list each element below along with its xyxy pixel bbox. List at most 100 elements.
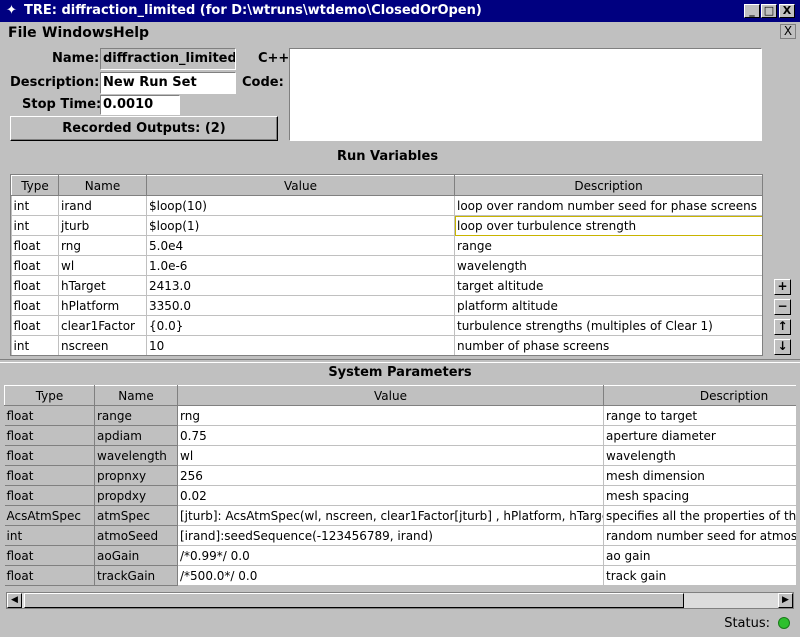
cell-name: apdiam xyxy=(94,425,178,446)
cell-description[interactable]: platform altitude xyxy=(454,295,762,316)
cell-name[interactable]: rng xyxy=(58,235,147,256)
cell-name[interactable]: irand xyxy=(58,195,147,216)
scroll-thumb[interactable] xyxy=(24,593,684,608)
cell-value[interactable]: $loop(10) xyxy=(146,195,455,216)
cell-name[interactable]: hTarget xyxy=(58,275,147,296)
cell-description[interactable]: range xyxy=(454,235,762,256)
add-row-button[interactable]: + xyxy=(774,279,791,295)
table-row[interactable]: float trackGain/*500.0*/ 0.0 track gain xyxy=(4,565,796,586)
cell-type[interactable]: int xyxy=(11,335,59,355)
table-row[interactable]: float propdxy 0.02 mesh spacing xyxy=(4,485,796,506)
table-row[interactable]: AcsAtmSpec atmSpec [jturb]: AcsAtmSpec(wl,… xyxy=(4,505,796,526)
split-divider[interactable] xyxy=(0,359,800,363)
close-window-button[interactable]: X xyxy=(779,4,795,18)
cell-description-selected[interactable]: loop over turbulence strength xyxy=(454,215,762,236)
cell-name[interactable]: hPlatform xyxy=(58,295,147,316)
cell-value[interactable]: 3350.0 xyxy=(146,295,455,316)
table-row[interactable]: float hPlatform 3350.0 platform altitude xyxy=(11,295,762,316)
cell-value[interactable]: wl xyxy=(177,445,604,466)
menu-file[interactable]: File xyxy=(8,25,37,41)
table-row[interactable]: int nscreen 10 number of phase screens xyxy=(11,335,762,355)
menu-help[interactable]: Help xyxy=(113,25,149,41)
cell-value[interactable]: 2413.0 xyxy=(146,275,455,296)
table-row[interactable]: float rng 5.0e4 range xyxy=(11,235,762,256)
cell-description[interactable]: target altitude xyxy=(454,275,762,296)
cell-type[interactable]: float xyxy=(11,315,59,336)
cell-description[interactable]: aperture diameter xyxy=(603,425,796,446)
cell-name[interactable]: nscreen xyxy=(58,335,147,355)
cell-description[interactable]: range to target xyxy=(603,405,796,426)
cell-value[interactable]: /*0.99*/ 0.0 xyxy=(177,545,604,566)
move-up-button[interactable]: ↑ xyxy=(774,319,791,335)
cell-description[interactable]: random number seed for atmosph xyxy=(603,525,796,546)
cell-name: propnxy xyxy=(94,465,178,486)
table-row[interactable]: float wl 1.0e-6 wavelength xyxy=(11,255,762,276)
move-down-button[interactable]: ↓ xyxy=(774,339,791,355)
maximize-button[interactable]: □ xyxy=(761,4,777,18)
table-row[interactable]: float apdiam 0.75 aperture diameter xyxy=(4,425,796,446)
cell-value[interactable]: [jturb]: AcsAtmSpec(wl, nscreen, clear1F… xyxy=(177,505,604,526)
description-field[interactable]: New Run Set xyxy=(100,72,236,94)
cell-type[interactable]: int xyxy=(11,195,59,216)
cell-value[interactable]: 10 xyxy=(146,335,455,355)
cell-name[interactable]: wl xyxy=(58,255,147,276)
column-header-name[interactable]: Name xyxy=(58,175,147,196)
stop-time-field[interactable]: 0.0010 xyxy=(100,95,180,115)
cell-type[interactable]: float xyxy=(11,295,59,316)
cell-description[interactable]: specifies all the properties of the a xyxy=(603,505,796,526)
cell-description[interactable]: number of phase screens xyxy=(454,335,762,355)
cell-value[interactable]: /*500.0*/ 0.0 xyxy=(177,565,604,586)
cell-description[interactable]: wavelength xyxy=(454,255,762,276)
name-field[interactable]: diffraction_limited xyxy=(100,48,236,70)
cell-type[interactable]: float xyxy=(11,235,59,256)
cell-value[interactable]: 5.0e4 xyxy=(146,235,455,256)
table-row[interactable]: float hTarget 2413.0 target altitude xyxy=(11,275,762,296)
column-header-value[interactable]: Value xyxy=(146,175,455,196)
scroll-right-icon[interactable]: ▶ xyxy=(778,593,793,608)
table-row[interactable]: int atmoSeed [irand]:seedSequence(-1234567… xyxy=(4,525,796,546)
cell-value[interactable]: rng xyxy=(177,405,604,426)
cell-description[interactable]: loop over random number seed for phase s… xyxy=(454,195,762,216)
cell-value[interactable]: $loop(1) xyxy=(146,215,455,236)
cell-description[interactable]: mesh dimension xyxy=(603,465,796,486)
table-row[interactable]: float clear1Factor {0.0} turbulence strengt… xyxy=(11,315,762,336)
cell-value[interactable]: {0.0} xyxy=(146,315,455,336)
column-header-description[interactable]: Description xyxy=(603,385,796,406)
status-label: Status: xyxy=(724,616,770,631)
column-header-value[interactable]: Value xyxy=(177,385,604,406)
cell-type[interactable]: int xyxy=(11,215,59,236)
cell-value[interactable]: 0.75 xyxy=(177,425,604,446)
table-row[interactable]: int jturb $loop(1) loop over turbulence str… xyxy=(11,215,762,236)
cell-type[interactable]: float xyxy=(11,255,59,276)
cell-description[interactable]: ao gain xyxy=(603,545,796,566)
scroll-left-icon[interactable]: ◀ xyxy=(7,593,22,608)
cell-name[interactable]: clear1Factor xyxy=(58,315,147,336)
cell-value[interactable]: 1.0e-6 xyxy=(146,255,455,276)
column-header-name[interactable]: Name xyxy=(94,385,178,406)
close-document-button[interactable]: X xyxy=(780,24,796,39)
table-row[interactable]: float aoGain/*0.99*/ 0.0 ao gain xyxy=(4,545,796,566)
cell-name[interactable]: jturb xyxy=(58,215,147,236)
horizontal-scrollbar[interactable]: ◀ ▶ xyxy=(6,592,794,609)
cell-description[interactable]: mesh spacing xyxy=(603,485,796,506)
remove-row-button[interactable]: − xyxy=(774,299,791,315)
minimize-button[interactable]: _ xyxy=(744,4,760,18)
stop-time-label: Stop Time: xyxy=(22,97,102,112)
code-editor[interactable] xyxy=(289,48,762,141)
recorded-outputs-button[interactable]: Recorded Outputs: (2) xyxy=(10,116,278,141)
cell-value[interactable]: [irand]:seedSequence(-123456789, irand) xyxy=(177,525,604,546)
column-header-type[interactable]: Type xyxy=(4,385,95,406)
cell-description[interactable]: track gain xyxy=(603,565,796,586)
cell-description[interactable]: wavelength xyxy=(603,445,796,466)
table-row[interactable]: float range rng range to target xyxy=(4,405,796,426)
table-row[interactable]: float propnxy 256 mesh dimension xyxy=(4,465,796,486)
cell-value[interactable]: 0.02 xyxy=(177,485,604,506)
cell-description[interactable]: turbulence strengths (multiples of Clear… xyxy=(454,315,762,336)
cell-value[interactable]: 256 xyxy=(177,465,604,486)
cell-type[interactable]: float xyxy=(11,275,59,296)
column-header-description[interactable]: Description xyxy=(454,175,762,196)
column-header-type[interactable]: Type xyxy=(11,175,59,196)
table-row[interactable]: float wavelength wl wavelength xyxy=(4,445,796,466)
table-row[interactable]: int irand $loop(10) loop over random number… xyxy=(11,195,762,216)
menu-windows[interactable]: Windows xyxy=(42,25,113,41)
